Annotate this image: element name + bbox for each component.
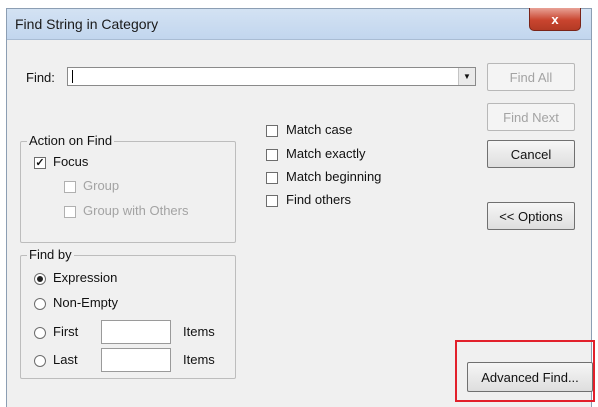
find-by-legend: Find by (27, 247, 74, 262)
window-title: Find String in Category (15, 16, 159, 32)
match-exactly-checkbox[interactable] (266, 149, 278, 161)
text-caret (72, 70, 73, 83)
expression-radio[interactable] (34, 273, 46, 285)
highlight-box (455, 340, 595, 402)
focus-checkbox[interactable]: ✓ (34, 157, 46, 169)
find-next-button[interactable]: Find Next (487, 103, 575, 131)
find-all-button[interactable]: Find All (487, 63, 575, 91)
last-items-input[interactable] (101, 348, 171, 372)
last-label: Last (53, 352, 78, 367)
find-dropdown-button[interactable]: ▼ (458, 68, 475, 85)
match-case-label: Match case (286, 122, 353, 137)
match-case-checkbox[interactable] (266, 125, 278, 137)
match-exactly-label: Match exactly (286, 146, 366, 161)
radio-selected-dot (37, 276, 43, 282)
match-beginning-label: Match beginning (286, 169, 382, 184)
find-others-checkbox[interactable] (266, 195, 278, 207)
group-with-others-label: Group with Others (83, 203, 189, 218)
cancel-button[interactable]: Cancel (487, 140, 575, 168)
group-checkbox[interactable] (64, 181, 76, 193)
non-empty-radio[interactable] (34, 298, 46, 310)
first-label: First (53, 324, 79, 339)
close-icon: x (551, 11, 559, 27)
focus-label: Focus (53, 154, 89, 169)
first-items-input[interactable] (101, 320, 171, 344)
last-radio[interactable] (34, 355, 46, 367)
last-items-label: Items (183, 352, 215, 367)
group-label: Group (83, 178, 120, 193)
find-combo-input[interactable]: ▼ (67, 67, 476, 86)
find-others-label: Find others (286, 192, 352, 207)
non-empty-label: Non-Empty (53, 295, 119, 310)
check-icon: ✓ (35, 157, 45, 169)
close-button[interactable]: x (529, 8, 581, 31)
options-button[interactable]: << Options (487, 202, 575, 230)
first-radio[interactable] (34, 327, 46, 339)
group-with-others-checkbox[interactable] (64, 206, 76, 218)
find-label: Find: (26, 70, 55, 85)
title-bar[interactable]: Find String in Category x (7, 8, 591, 40)
match-beginning-checkbox[interactable] (266, 172, 278, 184)
chevron-down-icon: ▼ (463, 72, 471, 81)
first-items-label: Items (183, 324, 215, 339)
expression-label: Expression (53, 270, 118, 285)
action-on-find-legend: Action on Find (27, 133, 115, 148)
